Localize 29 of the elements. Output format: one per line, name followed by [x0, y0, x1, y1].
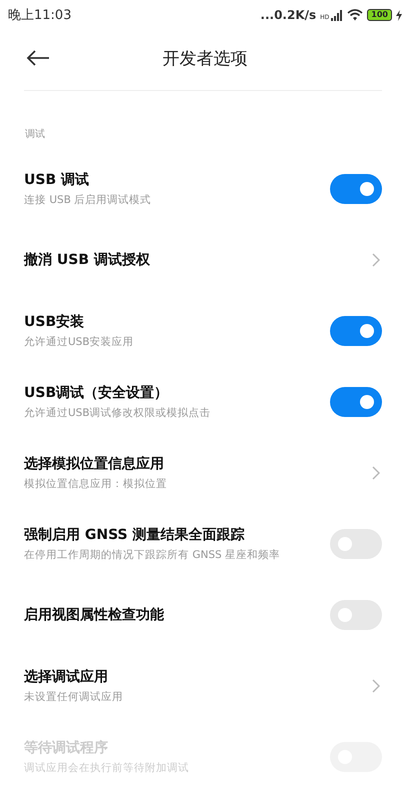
network-speed: ...0.2K/s	[260, 8, 316, 22]
status-time: 晚上11:03	[8, 7, 72, 24]
battery-level: 100	[367, 9, 392, 21]
signal-icon	[331, 10, 344, 20]
chevron-icon	[372, 466, 380, 480]
section-label: 调试	[24, 128, 46, 142]
setting-title[interactable]: 启用视图属性检查功能	[24, 606, 164, 624]
setting-description: 连接 USB 后启用调试模式	[24, 192, 152, 206]
setting-title[interactable]: 强制启用 GNSS 测量结果全面跟踪	[24, 526, 244, 544]
setting-title[interactable]: 选择模拟位置信息应用	[24, 454, 164, 472]
setting-description: 允许通过USB安装应用	[24, 334, 134, 348]
toggle-switch[interactable]	[330, 174, 382, 204]
setting-description: 未设置任何调试应用	[24, 690, 123, 704]
setting-title[interactable]: USB调试（安全设置）	[24, 384, 168, 402]
setting-title[interactable]: USB安装	[24, 312, 84, 330]
toggle-switch[interactable]	[330, 316, 382, 346]
back-icon[interactable]	[26, 50, 50, 66]
setting-description: 模拟位置信息应用：模拟位置	[24, 476, 167, 490]
charging-icon	[396, 10, 402, 20]
setting-description: 在停用工作周期的情况下跟踪所有 GNSS 星座和频率	[24, 548, 280, 562]
toggle-switch[interactable]	[330, 386, 382, 416]
setting-description: 允许通过USB调试修改权限或模拟点击	[24, 406, 211, 420]
setting-title[interactable]: 撤消 USB 调试授权	[24, 250, 150, 268]
chevron-icon	[372, 678, 380, 692]
page-title: 开发者选项	[162, 48, 248, 70]
chevron-icon	[372, 252, 380, 266]
wifi-icon	[347, 9, 364, 21]
setting-title[interactable]: USB 调试	[24, 170, 89, 188]
setting-title[interactable]: 选择调试应用	[24, 668, 108, 686]
